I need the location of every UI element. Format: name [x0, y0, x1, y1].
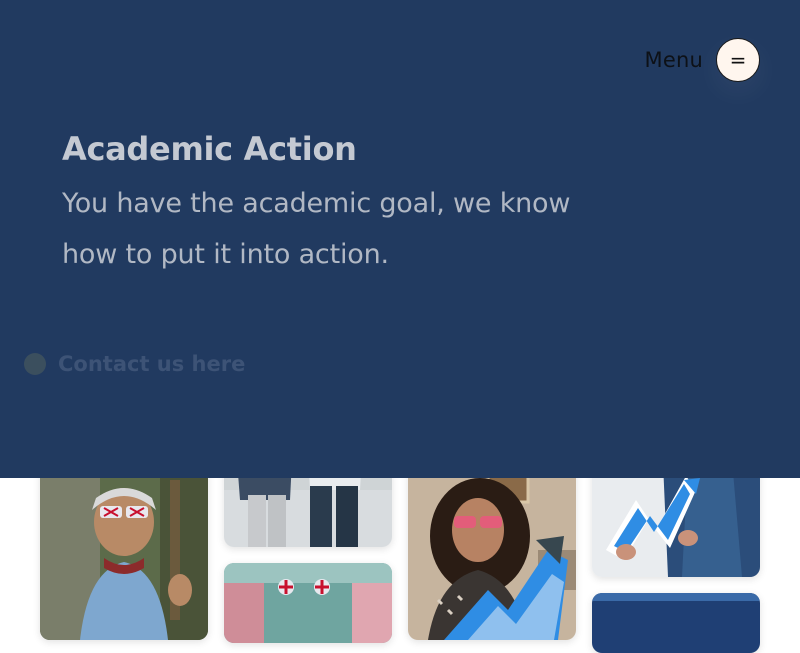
menu-label[interactable]: Menu: [645, 48, 703, 72]
hero-section: Menu = Academic Action You have the acad…: [0, 0, 800, 478]
page-title: Academic Action: [62, 130, 357, 168]
contact-dot-icon: [24, 353, 46, 375]
hamburger-icon[interactable]: =: [716, 38, 760, 82]
gallery-photo-blue-partial: [592, 593, 760, 653]
hero-subtitle: You have the academic goal, we know how …: [62, 188, 571, 270]
gallery-photo-building-flags: [224, 563, 392, 643]
contact-link[interactable]: Contact us here: [24, 352, 245, 376]
contact-link-label[interactable]: Contact us here: [58, 352, 245, 376]
menu-control[interactable]: Menu =: [645, 38, 760, 82]
